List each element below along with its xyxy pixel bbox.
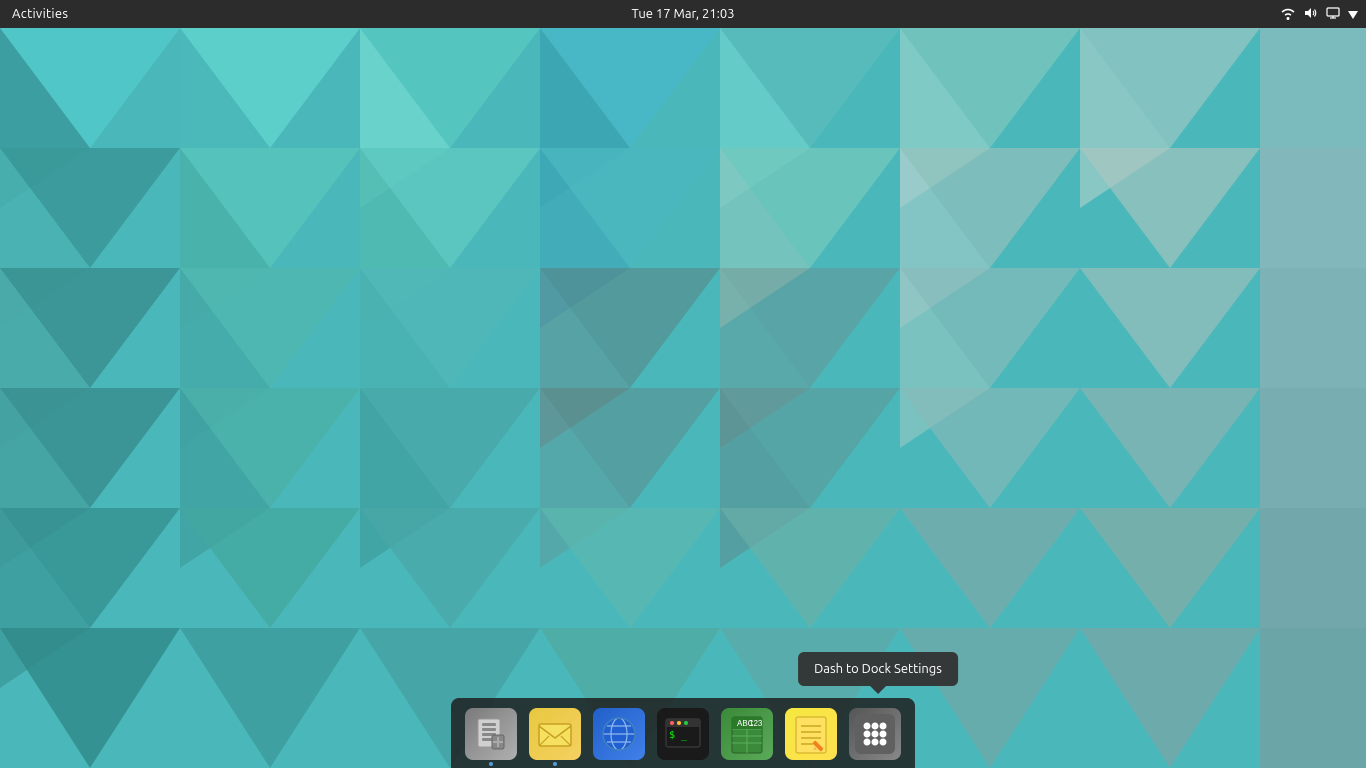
svg-text:$ _: $ _ bbox=[669, 730, 688, 741]
wifi-icon[interactable] bbox=[1280, 6, 1296, 23]
dock: $ _ ABC 123 bbox=[451, 698, 915, 768]
topbar-left: Activities bbox=[8, 7, 72, 21]
sound-icon[interactable] bbox=[1304, 6, 1318, 23]
dock-item-dot bbox=[553, 762, 557, 766]
web-icon bbox=[593, 708, 645, 760]
dock-item-web[interactable] bbox=[589, 704, 649, 768]
file-roller-icon bbox=[465, 708, 517, 760]
appgrid-icon bbox=[849, 708, 901, 760]
dropdown-arrow-icon[interactable] bbox=[1348, 6, 1358, 22]
terminal-icon: $ _ bbox=[657, 708, 709, 760]
mail-icon bbox=[529, 708, 581, 760]
activities-button[interactable]: Activities bbox=[8, 7, 72, 21]
dock-item-notes[interactable] bbox=[781, 704, 841, 768]
dock-item-calc[interactable]: ABC 123 bbox=[717, 704, 777, 768]
dock-item-file-roller[interactable] bbox=[461, 704, 521, 768]
notes-icon bbox=[785, 708, 837, 760]
svg-text:123: 123 bbox=[749, 719, 763, 728]
dock-item-mail[interactable] bbox=[525, 704, 585, 768]
topbar-right bbox=[1280, 6, 1358, 23]
calc-icon: ABC 123 bbox=[721, 708, 773, 760]
topbar-datetime: Tue 17 Mar, 21:03 bbox=[631, 7, 734, 21]
dock-item-terminal[interactable]: $ _ bbox=[653, 704, 713, 768]
dock-item-dot bbox=[489, 762, 493, 766]
topbar: Activities Tue 17 Mar, 21:03 bbox=[0, 0, 1366, 28]
desktop: Dash to Dock Settings bbox=[0, 28, 1366, 768]
system-icon[interactable] bbox=[1326, 6, 1340, 23]
dock-item-appgrid[interactable] bbox=[845, 704, 905, 768]
